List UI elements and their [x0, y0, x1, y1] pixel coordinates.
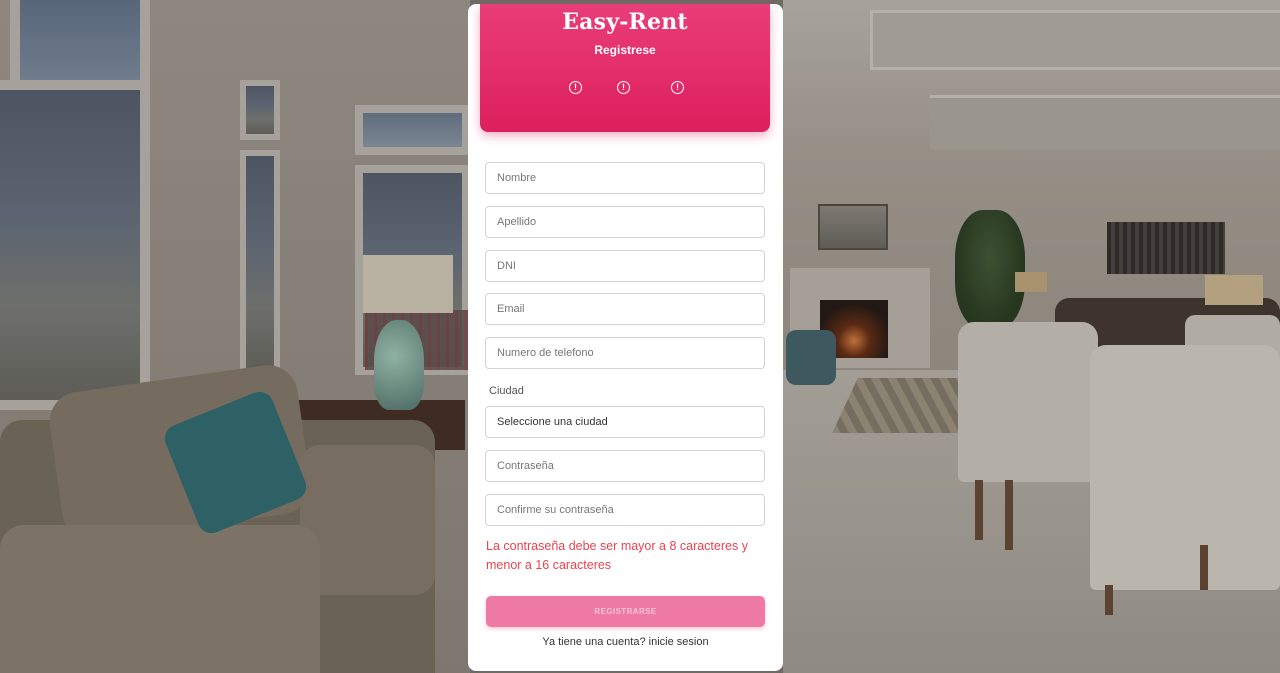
alert-icon-row: ! ! ! — [480, 81, 770, 95]
login-prompt: Ya tiene una cuenta? inicie sesion — [468, 636, 783, 648]
background-chair-leg — [975, 480, 983, 540]
login-link[interactable]: inicie sesion — [649, 636, 709, 648]
background-painting — [1107, 222, 1225, 274]
alert-circle-icon: ! — [569, 81, 582, 94]
ciudad-select[interactable]: Seleccione una ciudad — [485, 406, 765, 438]
telefono-input[interactable] — [485, 337, 765, 369]
background-sofa-seat — [0, 525, 320, 673]
background-plant — [955, 210, 1025, 330]
background-window — [0, 80, 150, 410]
background-ceiling-tray — [930, 95, 1280, 150]
background-painting — [818, 204, 888, 250]
background-chair-leg — [1005, 480, 1013, 550]
background-window — [240, 80, 280, 140]
background-lamp-shade — [363, 255, 453, 313]
background-lamp-base — [374, 320, 424, 410]
background-chair — [958, 322, 1098, 482]
background-chair-leg — [1200, 545, 1208, 590]
background-sofa-arm — [300, 445, 435, 595]
password-input[interactable] — [485, 450, 765, 482]
email-input[interactable] — [485, 293, 765, 325]
background-lamp — [1015, 272, 1047, 292]
brand-title: Easy-Rent — [562, 9, 688, 35]
alert-circle-icon: ! — [671, 81, 684, 94]
background-window — [240, 150, 280, 380]
confirm-password-input[interactable] — [485, 494, 765, 526]
background-chair — [1090, 345, 1280, 590]
background-lamp — [1205, 275, 1263, 305]
register-button[interactable]: REGISTRARSE — [486, 596, 765, 627]
register-header: Easy-Rent Registrese ! ! ! — [480, 4, 770, 132]
apellido-input[interactable] — [485, 206, 765, 238]
alert-circle-icon: ! — [617, 81, 630, 94]
ciudad-label: Ciudad — [489, 385, 524, 397]
background-armchair — [786, 330, 836, 385]
register-subtitle: Registrese — [594, 43, 656, 57]
login-prompt-text: Ya tiene una cuenta? — [542, 636, 646, 648]
dni-input[interactable] — [485, 250, 765, 282]
background-window — [10, 0, 150, 90]
register-card: Easy-Rent Registrese ! ! ! Ciudad Selecc… — [468, 4, 783, 671]
nombre-input[interactable] — [485, 162, 765, 194]
background-chair-leg — [1105, 585, 1113, 615]
password-error-message: La contraseña debe ser mayor a 8 caracte… — [486, 539, 748, 572]
background-window — [355, 105, 470, 155]
background-ceiling-tray — [870, 10, 1280, 70]
